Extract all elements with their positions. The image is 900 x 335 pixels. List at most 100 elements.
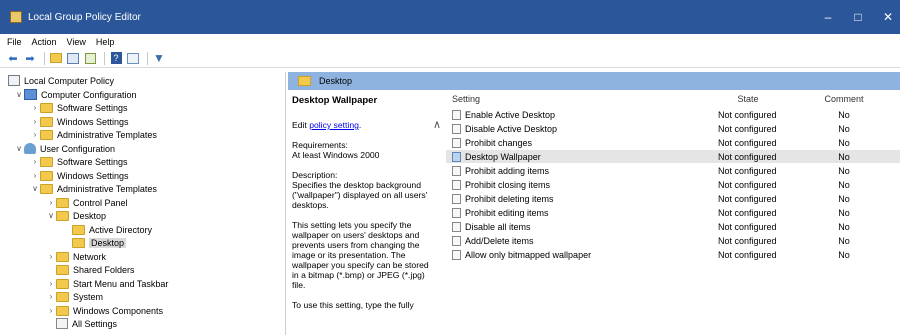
policy-icon bbox=[8, 75, 20, 86]
menu-view[interactable]: View bbox=[67, 37, 86, 47]
tree-node-cc-windows-settings[interactable]: › Windows Settings bbox=[30, 115, 129, 128]
up-folder-icon[interactable] bbox=[49, 51, 63, 65]
comment-cell: No bbox=[838, 249, 850, 260]
description-label: Description: bbox=[292, 170, 338, 180]
tree-node-computer-configuration[interactable]: ∨ Computer Configuration bbox=[14, 88, 137, 101]
setting-cell: Prohibit editing items bbox=[452, 206, 702, 219]
setting-cell: Add/Delete items bbox=[452, 234, 702, 247]
close-button[interactable]: ✕ bbox=[872, 0, 900, 34]
chevron-right-icon[interactable]: › bbox=[46, 292, 56, 301]
table-row[interactable]: Add/Delete items Not configured No bbox=[446, 234, 900, 247]
pane-header-title: Desktop bbox=[319, 76, 353, 86]
setting-icon bbox=[452, 165, 461, 176]
column-header-setting[interactable]: Setting bbox=[452, 90, 702, 107]
table-row[interactable]: Prohibit deleting items Not configured No bbox=[446, 192, 900, 205]
properties-icon[interactable] bbox=[126, 51, 140, 65]
table-row[interactable]: Prohibit changes Not configured No bbox=[446, 136, 900, 149]
setting-name: Enable Active Desktop bbox=[465, 109, 556, 120]
state-cell: Not configured bbox=[718, 221, 777, 232]
setting-icon bbox=[452, 179, 461, 190]
folder-icon bbox=[56, 291, 69, 302]
tree-node-label: Windows Settings bbox=[57, 170, 129, 181]
details-pane: Desktop Desktop Wallpaper Edit policy se… bbox=[288, 72, 900, 335]
setting-name: Desktop Wallpaper bbox=[465, 151, 541, 162]
tree-node-system[interactable]: › System bbox=[46, 290, 103, 303]
chevron-right-icon[interactable]: › bbox=[30, 157, 40, 166]
tree-node-uc-administrative-templates[interactable]: ∨ Administrative Templates bbox=[30, 182, 157, 195]
show-hide-tree-icon[interactable] bbox=[66, 51, 80, 65]
chevron-right-icon[interactable]: › bbox=[46, 198, 56, 207]
chevron-right-icon[interactable]: › bbox=[30, 117, 40, 126]
description-text: Specifies the desktop background ("wallp… bbox=[292, 180, 428, 210]
menu-action[interactable]: Action bbox=[32, 37, 57, 47]
maximize-button[interactable]: □ bbox=[842, 0, 874, 34]
tree-node-control-panel[interactable]: › Control Panel bbox=[46, 196, 128, 209]
state-cell: Not configured bbox=[718, 137, 777, 148]
table-row[interactable]: Disable Active Desktop Not configured No bbox=[446, 122, 900, 135]
tree-node-shared-folders[interactable]: Shared Folders bbox=[56, 263, 135, 276]
chevron-right-icon[interactable]: › bbox=[46, 252, 56, 261]
tree-node-cc-administrative-templates[interactable]: › Administrative Templates bbox=[30, 128, 157, 141]
tree-node-label: Shared Folders bbox=[73, 264, 135, 275]
tree-node-start-menu-taskbar[interactable]: › Start Menu and Taskbar bbox=[46, 277, 168, 290]
setting-cell: Prohibit deleting items bbox=[452, 192, 702, 205]
table-row[interactable]: Disable all items Not configured No bbox=[446, 220, 900, 233]
tree-node-network[interactable]: › Network bbox=[46, 250, 106, 263]
tree-node-cc-software-settings[interactable]: › Software Settings bbox=[30, 101, 128, 114]
tree-node-local-computer-policy[interactable]: Local Computer Policy bbox=[8, 74, 114, 87]
tree-node-label: System bbox=[73, 291, 104, 302]
menu-help[interactable]: Help bbox=[96, 37, 115, 47]
tree-node-desktop-selected[interactable]: Desktop bbox=[72, 236, 127, 249]
state-cell: Not configured bbox=[718, 151, 777, 162]
chevron-right-icon[interactable]: › bbox=[30, 103, 40, 112]
table-row[interactable]: Prohibit adding items Not configured No bbox=[446, 164, 900, 177]
minimize-button[interactable]: – bbox=[812, 0, 844, 34]
tree-node-active-directory[interactable]: Active Directory bbox=[72, 223, 152, 236]
policy-setting-link[interactable]: policy setting bbox=[309, 120, 359, 130]
menu-file[interactable]: File bbox=[7, 37, 22, 47]
chevron-right-icon[interactable]: › bbox=[46, 306, 56, 315]
window-title: Local Group Policy Editor bbox=[28, 11, 141, 23]
toolbar-separator bbox=[104, 51, 105, 65]
column-header-comment[interactable]: Comment bbox=[788, 90, 900, 107]
setting-name: Prohibit adding items bbox=[465, 165, 550, 176]
chevron-down-icon[interactable]: ∨ bbox=[14, 144, 24, 153]
table-row[interactable]: Allow only bitmapped wallpaper Not config… bbox=[446, 248, 900, 261]
table-row[interactable]: Prohibit closing items Not configured No bbox=[446, 178, 900, 191]
back-icon[interactable]: ⬅ bbox=[6, 51, 20, 65]
edit-prefix: Edit bbox=[292, 120, 310, 130]
tree-node-label: Software Settings bbox=[57, 102, 128, 113]
tree-node-uc-windows-settings[interactable]: › Windows Settings bbox=[30, 169, 129, 182]
toolbar-separator bbox=[147, 51, 148, 65]
table-row[interactable]: Prohibit editing items Not configured No bbox=[446, 206, 900, 219]
setting-icon bbox=[452, 109, 461, 120]
tree-node-desktop[interactable]: ∨ Desktop bbox=[46, 209, 106, 222]
help-icon[interactable]: ? bbox=[109, 51, 123, 65]
column-header-state[interactable]: State bbox=[708, 90, 788, 107]
chevron-right-icon[interactable]: › bbox=[30, 171, 40, 180]
scroll-up-icon[interactable]: ∧ bbox=[433, 118, 443, 138]
chevron-down-icon[interactable]: ∨ bbox=[46, 211, 56, 220]
tree-node-user-configuration[interactable]: ∨ User Configuration bbox=[14, 142, 115, 155]
tree-node-uc-software-settings[interactable]: › Software Settings bbox=[30, 155, 128, 168]
user-icon bbox=[24, 143, 36, 154]
tree-node-all-settings[interactable]: All Settings bbox=[56, 317, 117, 330]
table-row[interactable]: Desktop Wallpaper Not configured No bbox=[446, 150, 900, 163]
folder-icon bbox=[40, 102, 53, 113]
folder-icon bbox=[298, 76, 311, 86]
setting-name: Prohibit changes bbox=[465, 137, 533, 148]
chevron-right-icon[interactable]: › bbox=[46, 279, 56, 288]
filter-icon[interactable]: ▼ bbox=[152, 51, 166, 65]
folder-icon bbox=[40, 116, 53, 127]
folder-icon bbox=[40, 170, 53, 181]
setting-cell: Enable Active Desktop bbox=[452, 108, 702, 121]
export-list-icon[interactable] bbox=[83, 51, 97, 65]
forward-icon[interactable]: ➡ bbox=[23, 51, 37, 65]
chevron-down-icon[interactable]: ∨ bbox=[30, 184, 40, 193]
tree-node-windows-components[interactable]: › Windows Components bbox=[46, 304, 163, 317]
edit-line: Edit policy setting. bbox=[292, 120, 436, 130]
chevron-right-icon[interactable]: › bbox=[30, 130, 40, 139]
table-row[interactable]: Enable Active Desktop Not configured No bbox=[446, 108, 900, 121]
state-cell: Not configured bbox=[718, 109, 777, 120]
chevron-down-icon[interactable]: ∨ bbox=[14, 90, 24, 99]
